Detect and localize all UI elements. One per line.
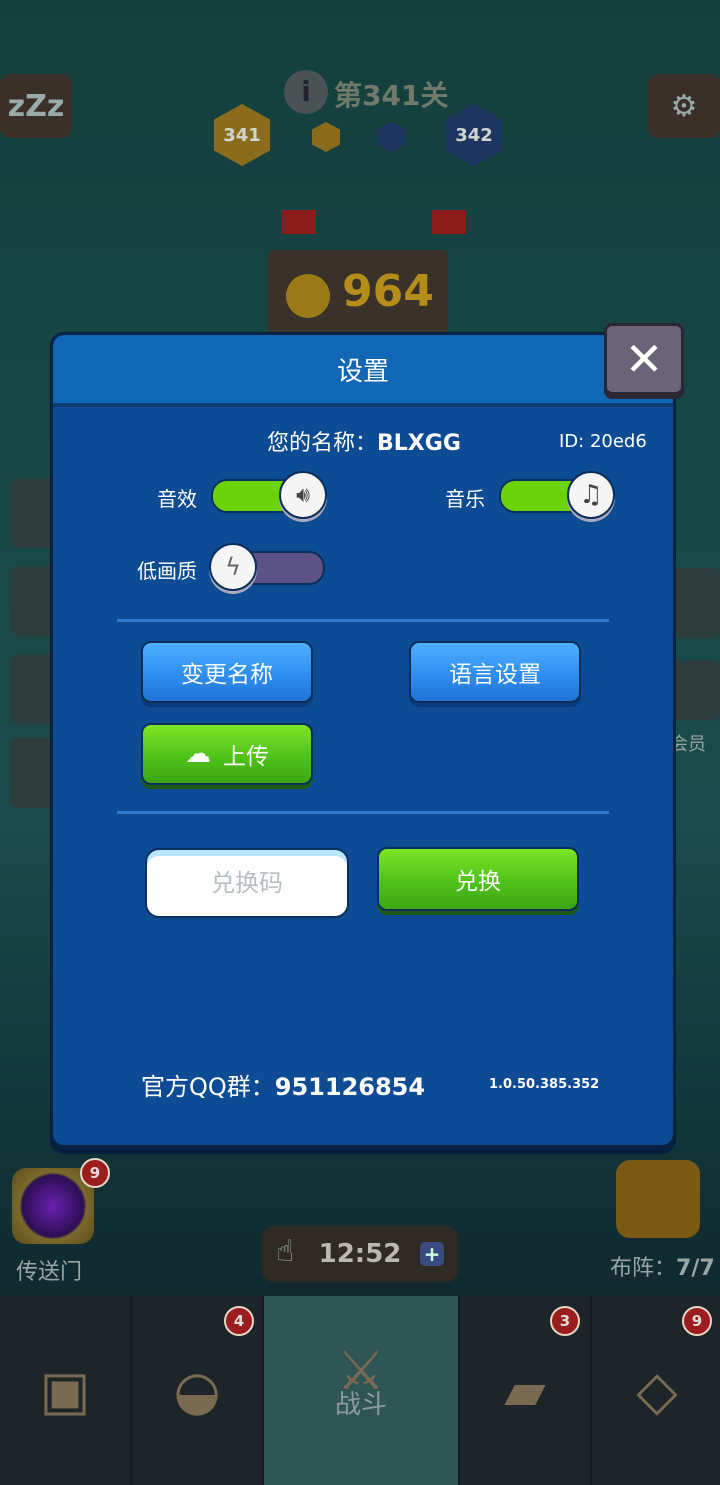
helmet-icon: ◒ <box>173 1359 221 1422</box>
music-toggle-knob[interactable]: ♫ <box>567 471 615 519</box>
nav-battle[interactable]: ⚔ 战斗 <box>264 1296 460 1485</box>
close-button[interactable]: ✕ <box>604 323 684 395</box>
player-name-label: 您的名称： <box>267 431 378 456</box>
formation-label: 布阵：7/7 <box>610 1250 715 1282</box>
divider <box>117 811 609 814</box>
rename-button[interactable]: 变更名称 <box>141 641 313 703</box>
formation-button[interactable] <box>616 1160 700 1238</box>
nav-amulet[interactable]: ◇ 9 <box>592 1296 720 1485</box>
add-time-button[interactable]: + <box>420 1242 444 1266</box>
flag-icon <box>282 210 316 234</box>
gear-icon: ⚙ <box>670 88 698 124</box>
next-level-number: 342 <box>455 124 493 146</box>
low-quality-toggle-knob[interactable]: ϟ <box>209 543 257 591</box>
timer-box[interactable]: ☝ 12:52 + <box>262 1226 458 1282</box>
timer-value: 12:52 <box>318 1239 402 1269</box>
settings-button[interactable]: ⚙ <box>648 74 720 138</box>
sound-toggle-knob[interactable]: 🔊︎ <box>279 471 327 519</box>
redeem-button-label: 兑换 <box>455 869 501 895</box>
nav-battle-label: 战斗 <box>334 1390 387 1420</box>
progress-hex <box>312 122 340 152</box>
nav-spellbook[interactable]: ▰ 3 <box>460 1296 592 1485</box>
level-title: 第341关 <box>334 79 449 112</box>
info-icon[interactable]: i <box>284 70 328 114</box>
current-level-hex: 341 <box>214 104 270 166</box>
formation-count: 7/7 <box>676 1256 715 1281</box>
language-button[interactable]: 语言设置 <box>409 641 581 703</box>
current-level-number: 341 <box>223 124 261 146</box>
portal-label: 传送门 <box>16 1260 83 1285</box>
divider <box>117 619 609 622</box>
coin-icon <box>286 274 330 318</box>
lightning-icon: ϟ <box>225 553 241 581</box>
rename-button-label: 变更名称 <box>181 662 273 688</box>
music-note-icon: ♫ <box>579 480 603 510</box>
version-text: 1.0.50.385.352 <box>489 1077 600 1092</box>
next-level-hex: 342 <box>446 104 502 166</box>
sleep-icon: zZz <box>7 88 65 124</box>
low-quality-label: 低画质 <box>137 559 197 583</box>
flag-icon <box>432 210 466 234</box>
nav-badge: 9 <box>682 1306 712 1336</box>
bottom-nav: ▣ ◒ 4 ⚔ 战斗 ▰ 3 ◇ 9 <box>0 1296 720 1485</box>
nav-chest[interactable]: ▣ <box>0 1296 132 1485</box>
upload-button[interactable]: ☁ 上传 <box>141 723 313 785</box>
upload-button-label: 上传 <box>223 744 269 770</box>
coin-counter: 964 <box>342 266 434 317</box>
formation-text: 布阵： <box>610 1256 677 1281</box>
speaker-icon: 🔊︎ <box>296 482 310 508</box>
nav-badge: 4 <box>224 1306 254 1336</box>
player-id: ID: 20ed6 <box>559 431 647 452</box>
qq-group-label: 官方QQ群： <box>141 1073 275 1101</box>
dialog-title: 设置 <box>336 356 389 387</box>
nav-badge: 3 <box>550 1306 580 1336</box>
sleep-button[interactable]: zZz <box>0 74 72 138</box>
player-name-row: 您的名称：BLXGG <box>267 425 461 457</box>
redeem-code-input[interactable] <box>145 848 349 918</box>
settings-dialog: 设置 您的名称：BLXGG ID: 20ed6 音效 🔊︎ 音乐 ♫ 低画质 ϟ… <box>50 332 676 1148</box>
qq-group-row: 官方QQ群：951126854 <box>141 1067 425 1102</box>
cloud-upload-icon: ☁ <box>185 739 211 769</box>
dialog-header: 设置 <box>53 335 673 407</box>
qq-group-number: 951126854 <box>274 1073 426 1101</box>
music-label: 音乐 <box>445 487 485 511</box>
chest-icon: ▣ <box>39 1359 91 1422</box>
nav-helmet[interactable]: ◒ 4 <box>132 1296 264 1485</box>
close-icon: ✕ <box>624 332 664 386</box>
portal-badge: 9 <box>80 1158 110 1188</box>
progress-hex <box>378 122 406 152</box>
language-button-label: 语言设置 <box>449 662 541 688</box>
hand-pointer-icon: ☝ <box>276 1234 295 1269</box>
spellbook-icon: ▰ <box>504 1359 546 1422</box>
sound-label: 音效 <box>157 487 197 511</box>
redeem-button[interactable]: 兑换 <box>377 847 579 911</box>
player-name-value: BLXGG <box>377 431 461 456</box>
amulet-icon: ◇ <box>636 1359 678 1422</box>
